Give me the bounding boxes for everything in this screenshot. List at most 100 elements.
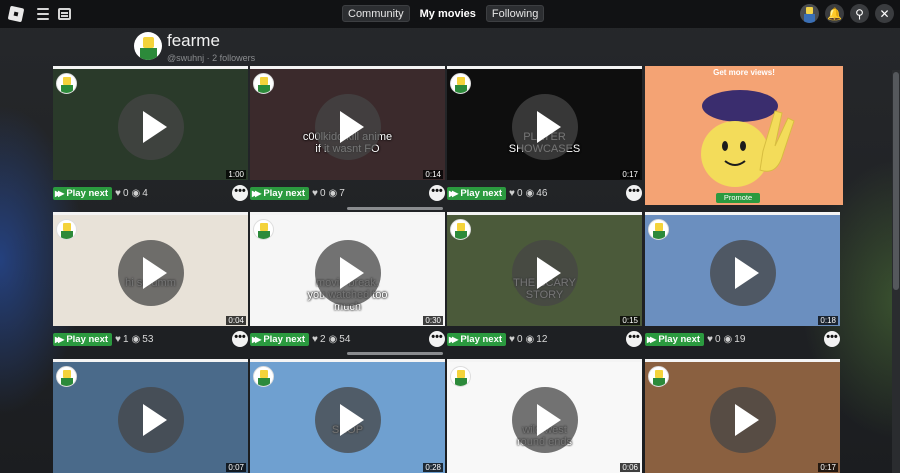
- menu-icon[interactable]: [37, 8, 49, 20]
- search-icon[interactable]: ⚲: [850, 4, 869, 23]
- movie-thumbnail[interactable]: SHOP 0:28: [250, 359, 445, 473]
- creator-avatar[interactable]: [253, 219, 274, 240]
- heart-icon: ♥: [115, 187, 121, 199]
- play-icon[interactable]: [710, 240, 776, 306]
- eye-icon: ◉: [723, 333, 733, 345]
- creator-avatar[interactable]: [253, 73, 274, 94]
- play-next-icon: ▶▶: [55, 334, 64, 344]
- movie-thumbnail[interactable]: 0:18: [645, 212, 840, 326]
- play-next-button[interactable]: ▶▶ Play next: [53, 332, 113, 346]
- movie-duration: 0:18: [818, 316, 838, 325]
- creator-avatar[interactable]: [253, 366, 274, 387]
- more-options-button[interactable]: •••: [626, 331, 642, 347]
- play-next-label: Play next: [66, 187, 109, 199]
- more-options-button[interactable]: •••: [429, 185, 445, 201]
- movie-thumbnail[interactable]: movie break. you watched too much 0:30: [250, 212, 445, 326]
- avatar-icon[interactable]: [800, 4, 819, 23]
- more-options-button[interactable]: •••: [626, 185, 642, 201]
- movie-thumbnail[interactable]: PLAYER SHOWCASES 0:17: [447, 66, 642, 180]
- creator-avatar[interactable]: [648, 219, 669, 240]
- roblox-logo-icon[interactable]: [7, 5, 25, 23]
- movie-duration: 0:17: [620, 170, 640, 179]
- play-next-button[interactable]: ▶▶ Play next: [250, 186, 310, 200]
- views-stat: ◉ 7: [329, 188, 345, 199]
- play-next-icon: ▶▶: [252, 188, 261, 198]
- views-stat: ◉ 46: [526, 188, 548, 199]
- promote-button[interactable]: Promote: [716, 193, 760, 203]
- likes-count: 0: [516, 187, 523, 199]
- row-scrollbar[interactable]: [347, 352, 443, 355]
- likes-stat: ♥ 0: [509, 334, 523, 345]
- play-icon[interactable]: [315, 94, 381, 160]
- movie-meta-row: ▶▶ Play next ♥ 1 ◉ 53 •••: [53, 329, 248, 349]
- more-options-button[interactable]: •••: [429, 331, 445, 347]
- play-icon[interactable]: [512, 94, 578, 160]
- movie-thumbnail[interactable]: THE SCARY STORY 0:15: [447, 212, 642, 326]
- movie-thumbnail[interactable]: hi so umm 0:04: [53, 212, 248, 326]
- views-stat: ◉ 12: [526, 334, 548, 345]
- heart-icon: ♥: [115, 333, 121, 345]
- movie-thumbnail[interactable]: 0:07: [53, 359, 248, 473]
- more-options-button[interactable]: •••: [232, 185, 248, 201]
- movie-thumbnail[interactable]: 0:17: [645, 359, 840, 473]
- creator-avatar[interactable]: [450, 366, 471, 387]
- creator-avatar[interactable]: [56, 366, 77, 387]
- movie-thumbnail[interactable]: wild west round ends 0:06: [447, 359, 642, 473]
- play-icon[interactable]: [315, 240, 381, 306]
- tab-my-movies[interactable]: My movies: [413, 5, 482, 22]
- play-icon[interactable]: [710, 387, 776, 453]
- scrollbar-thumb[interactable]: [893, 72, 899, 290]
- tab-community[interactable]: Community: [342, 5, 410, 22]
- likes-stat: ♥ 0: [707, 334, 721, 345]
- more-options-button[interactable]: •••: [232, 331, 248, 347]
- movie-thumbnail[interactable]: 1:00: [53, 66, 248, 180]
- play-next-icon: ▶▶: [449, 334, 458, 344]
- views-stat: ◉ 4: [132, 188, 148, 199]
- movie-thumbnail[interactable]: c00lkidd kill anime if it wasnt FO 0:14: [250, 66, 445, 180]
- top-right-controls: 🔔 ⚲ ✕: [800, 4, 894, 23]
- chat-icon[interactable]: [58, 8, 71, 20]
- tab-bar: Community My movies Following: [342, 5, 545, 22]
- views-stat: ◉ 19: [724, 334, 746, 345]
- play-next-button[interactable]: ▶▶ Play next: [447, 186, 507, 200]
- play-next-label: Play next: [460, 187, 503, 199]
- creator-avatar[interactable]: [450, 73, 471, 94]
- movie-duration: 0:17: [818, 463, 838, 472]
- play-next-label: Play next: [658, 333, 701, 345]
- row-scrollbar[interactable]: [347, 207, 443, 210]
- views-stat: ◉ 54: [329, 334, 351, 345]
- eye-icon: ◉: [328, 333, 338, 345]
- play-icon[interactable]: [118, 94, 184, 160]
- play-next-button[interactable]: ▶▶ Play next: [53, 186, 113, 200]
- play-next-label: Play next: [66, 333, 109, 345]
- play-next-button[interactable]: ▶▶ Play next: [447, 332, 507, 346]
- play-icon[interactable]: [118, 387, 184, 453]
- creator-avatar[interactable]: [648, 366, 669, 387]
- promo-card[interactable]: Get more views! Promote: [645, 66, 843, 205]
- play-icon[interactable]: [512, 240, 578, 306]
- movie-meta-row: ▶▶ Play next ♥ 0 ◉ 7 •••: [250, 183, 445, 203]
- profile-avatar[interactable]: [134, 32, 162, 60]
- creator-avatar[interactable]: [56, 219, 77, 240]
- promo-mascot-icon: [701, 90, 795, 187]
- heart-icon: ♥: [707, 333, 713, 345]
- play-icon[interactable]: [118, 240, 184, 306]
- likes-count: 0: [319, 187, 326, 199]
- play-next-icon: ▶▶: [252, 334, 261, 344]
- play-next-button[interactable]: ▶▶ Play next: [250, 332, 310, 346]
- play-icon[interactable]: [512, 387, 578, 453]
- tab-following[interactable]: Following: [485, 5, 545, 22]
- movie-duration: 0:06: [620, 463, 640, 472]
- close-icon[interactable]: ✕: [875, 4, 894, 23]
- play-icon[interactable]: [315, 387, 381, 453]
- more-options-button[interactable]: •••: [824, 331, 840, 347]
- views-count: 12: [536, 333, 548, 345]
- notification-icon[interactable]: 🔔: [825, 4, 844, 23]
- creator-avatar[interactable]: [450, 219, 471, 240]
- promo-title: Get more views!: [713, 68, 775, 77]
- creator-avatar[interactable]: [56, 73, 77, 94]
- play-next-button[interactable]: ▶▶ Play next: [645, 332, 705, 346]
- eye-icon: ◉: [525, 187, 535, 199]
- play-next-icon: ▶▶: [55, 188, 64, 198]
- movie-meta-row: ▶▶ Play next ♥ 0 ◉ 19 •••: [645, 329, 840, 349]
